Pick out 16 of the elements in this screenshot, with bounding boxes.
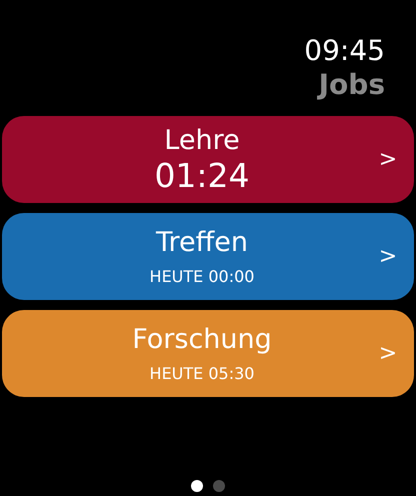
scheduled-time: HEUTE 05:30 (150, 364, 254, 384)
screen-title: Jobs (316, 68, 386, 102)
job-button[interactable]: Forschung HEUTE 05:30 > (2, 310, 414, 397)
chevron-icon: > (362, 337, 414, 370)
job-name: Treffen (156, 226, 248, 258)
page-indicator-dot[interactable] (191, 480, 203, 492)
scheduled-time: HEUTE 00:00 (150, 266, 254, 286)
elapsed-time: 01:24 (154, 156, 250, 194)
chevron-icon: > (362, 143, 414, 176)
job-button[interactable]: Treffen HEUTE 00:00 > (2, 213, 414, 300)
job-name: Forschung (132, 324, 272, 356)
job-name: Lehre (164, 124, 240, 156)
chevron-icon: > (362, 240, 414, 273)
job-button[interactable]: Lehre 01:24 > (2, 116, 414, 203)
page-indicator-dot[interactable] (213, 480, 225, 492)
clock-time: 09:45 (303, 33, 386, 68)
